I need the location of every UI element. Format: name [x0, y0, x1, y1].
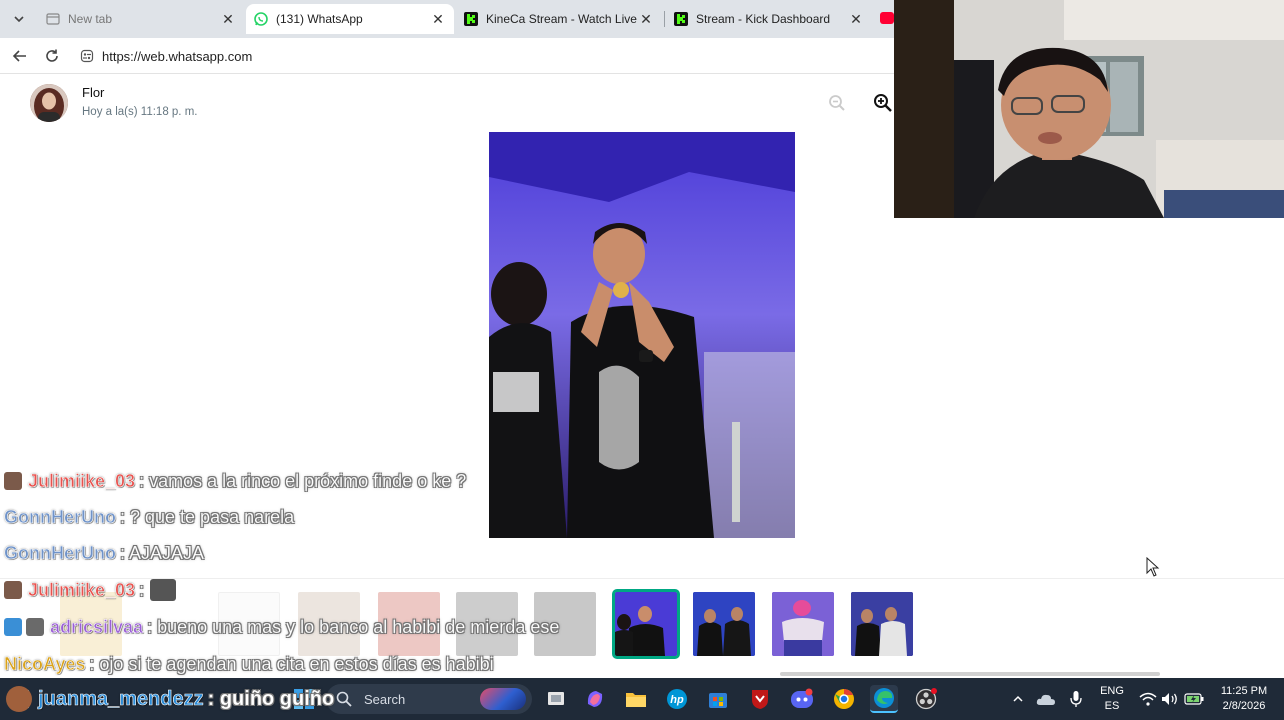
search-icon	[336, 691, 352, 707]
language-indicator[interactable]: ENG ES	[1097, 684, 1127, 714]
close-icon[interactable]: ✕	[430, 11, 446, 27]
chat-message: GonnHerUno : ? que te pasa narela	[4, 500, 295, 534]
mouse-cursor-icon	[1146, 557, 1160, 577]
user-badge-icon	[4, 472, 22, 490]
url-field[interactable]: https://web.whatsapp.com	[74, 43, 904, 69]
chrome-icon[interactable]	[830, 685, 858, 713]
close-icon[interactable]: ✕	[848, 11, 864, 27]
media-thumbnail[interactable]	[772, 592, 834, 656]
search-placeholder: Search	[364, 691, 406, 707]
discord-icon[interactable]	[788, 685, 816, 713]
tab-kick-dashboard[interactable]: Stream - Kick Dashboard ✕	[666, 4, 872, 34]
task-view-icon[interactable]	[542, 685, 570, 713]
zoom-out-icon[interactable]	[828, 94, 846, 112]
url-text: https://web.whatsapp.com	[102, 48, 253, 64]
kick-icon	[464, 12, 478, 26]
chat-username[interactable]: Julimiike_03	[28, 470, 136, 492]
chat-username[interactable]: NicoAyes	[4, 653, 86, 675]
chat-username[interactable]: Julimiike_03	[28, 579, 136, 601]
tab-search-chevron-icon[interactable]	[6, 6, 32, 32]
edge-icon[interactable]	[870, 685, 898, 713]
taskbar-clock[interactable]: 11:25 PM 2/8/2026	[1212, 684, 1276, 714]
whatsapp-icon	[254, 12, 268, 26]
store-icon[interactable]	[704, 685, 732, 713]
newtab-icon	[46, 13, 60, 25]
chat-text: :	[139, 579, 145, 600]
chat-text: : guiño guiño	[207, 687, 335, 710]
message-timestamp: Hoy a la(s) 11:18 p. m.	[82, 106, 198, 118]
keyboard-layout: ES	[1104, 700, 1120, 712]
chat-emote-icon	[150, 579, 177, 601]
microphone-icon[interactable]	[1062, 685, 1090, 713]
back-arrow-icon[interactable]	[8, 44, 32, 68]
chat-message: adricsilvaa : bueno una mas y lo banco a…	[4, 610, 560, 644]
clock-date: 2/8/2026	[1222, 700, 1266, 712]
tab-title: (131) WhatsApp	[276, 12, 363, 26]
chat-username[interactable]: adricsilvaa	[50, 616, 144, 638]
chat-text: : vamos a la rinco el próximo finde o ke…	[139, 470, 467, 491]
hp-icon[interactable]: hp	[663, 685, 691, 713]
tab-kick-stream[interactable]: KineCa Stream - Watch Live on ✕	[456, 4, 662, 34]
thumbnail-scrollbar[interactable]	[780, 672, 1160, 676]
sender-name: Flor	[82, 85, 105, 100]
reload-icon[interactable]	[40, 44, 64, 68]
media-thumbnail[interactable]	[851, 592, 913, 656]
chat-username[interactable]: juanma_mendezz	[38, 687, 204, 711]
search-highlight-icon	[480, 688, 526, 710]
chat-message: NicoAyes : ojo si te agendan una cita en…	[4, 647, 494, 681]
chat-message: Julimiike_03 : vamos a la rinco el próxi…	[4, 464, 466, 498]
svg-text:hp: hp	[670, 694, 684, 706]
tab-title: New tab	[68, 12, 113, 26]
media-photo[interactable]	[489, 132, 795, 538]
youtube-icon[interactable]	[880, 12, 894, 24]
chat-text: : ? que te pasa narela	[120, 506, 295, 527]
media-thumbnail-selected[interactable]	[612, 589, 680, 659]
clock-time: 11:25 PM	[1220, 685, 1268, 697]
chat-text: : ojo si te agendan una cita en estos dí…	[89, 653, 494, 674]
chat-username[interactable]: GonnHerUno	[4, 506, 117, 528]
close-icon[interactable]: ✕	[220, 11, 236, 27]
tab-title: Stream - Kick Dashboard	[696, 12, 831, 26]
tab-separator	[664, 11, 665, 27]
chat-message: GonnHerUno : AJAJAJA	[4, 536, 205, 570]
user-badge-icon	[26, 618, 44, 636]
tray-chevron-up-icon[interactable]	[1004, 685, 1032, 713]
webcam-overlay	[894, 0, 1284, 218]
chat-text: : AJAJAJA	[120, 542, 205, 563]
chat-text: : bueno una mas y lo banco al habibi de …	[147, 616, 560, 637]
taskbar-search-input[interactable]: Search	[326, 684, 532, 714]
battery-charging-icon[interactable]	[1180, 685, 1208, 713]
file-explorer-icon[interactable]	[622, 685, 650, 713]
tab-whatsapp[interactable]: (131) WhatsApp ✕	[246, 4, 454, 34]
mcafee-icon[interactable]	[746, 685, 774, 713]
close-icon[interactable]: ✕	[638, 11, 654, 27]
media-thumbnail[interactable]	[693, 592, 755, 656]
user-badge-icon	[4, 618, 22, 636]
chat-message: Julimiike_03 :	[4, 573, 177, 607]
zoom-in-icon[interactable]	[873, 93, 893, 113]
chat-message: juanma_mendezz : guiño guiño	[6, 678, 334, 720]
chat-username[interactable]: GonnHerUno	[4, 542, 117, 564]
onedrive-icon[interactable]	[1032, 685, 1060, 713]
user-badge-icon	[4, 581, 22, 599]
obs-icon[interactable]	[912, 685, 940, 713]
tab-new-tab[interactable]: New tab ✕	[38, 4, 244, 34]
site-info-icon[interactable]	[80, 49, 94, 63]
tab-title: KineCa Stream - Watch Live on	[486, 12, 638, 26]
copilot-icon[interactable]	[581, 685, 609, 713]
language-code: ENG	[1100, 685, 1124, 697]
kick-icon	[674, 12, 688, 26]
user-avatar-badge-icon	[6, 686, 32, 712]
sender-avatar[interactable]	[30, 84, 68, 122]
